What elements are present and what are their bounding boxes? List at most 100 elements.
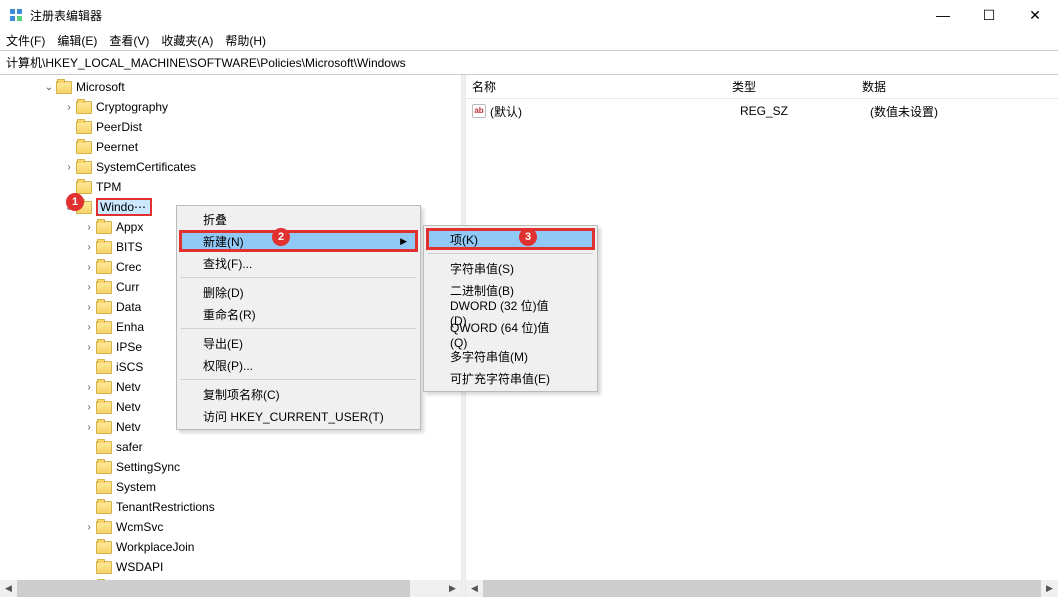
folder-icon — [76, 141, 92, 154]
folder-icon — [76, 101, 92, 114]
menu-help[interactable]: 帮助(H) — [225, 32, 266, 49]
callout-3: 3 — [519, 228, 537, 246]
scroll-track[interactable] — [483, 580, 1041, 597]
folder-icon — [96, 441, 112, 454]
expand-icon[interactable]: › — [82, 282, 96, 293]
expand-icon[interactable]: › — [82, 302, 96, 313]
scroll-left-button[interactable]: ◀ — [0, 580, 17, 597]
scroll-left-button[interactable]: ◀ — [466, 580, 483, 597]
expand-icon[interactable]: › — [82, 242, 96, 253]
menu-bar: 文件(F) 编辑(E) 查看(V) 收藏夹(A) 帮助(H) — [0, 30, 1058, 50]
tree-item-label: PeerDist — [96, 120, 142, 134]
folder-icon — [96, 401, 112, 414]
callout-1: 1 — [66, 193, 84, 211]
expand-icon[interactable]: › — [82, 322, 96, 333]
tree-item-label: WorkplaceJoin — [116, 540, 194, 554]
menu-item-rename[interactable]: 重命名(R) — [179, 303, 418, 325]
menu-item-new-label: 新建(N) — [203, 233, 244, 250]
context-menu: 折叠 新建(N) ▶ 查找(F)... 删除(D) 重命名(R) 导出(E) 权… — [176, 205, 421, 430]
tree-item[interactable]: System — [0, 477, 461, 497]
expand-icon[interactable]: › — [62, 162, 76, 173]
tree-item-label: Netv — [116, 380, 141, 394]
tree-item-label: Enha — [116, 320, 144, 334]
value-name: (默认) — [490, 103, 740, 120]
tree-item-label: Windo⋯ — [96, 198, 152, 216]
tree-item[interactable]: ›SystemCertificates — [0, 157, 461, 177]
scroll-right-button[interactable]: ▶ — [444, 580, 461, 597]
tree-item[interactable]: PeerDist — [0, 117, 461, 137]
menu-separator — [428, 253, 593, 254]
expand-icon[interactable]: › — [82, 402, 96, 413]
tree-item[interactable]: WorkplaceJoin — [0, 537, 461, 557]
tree-item[interactable]: › WcmSvc — [0, 517, 461, 537]
tree-item[interactable]: safer — [0, 437, 461, 457]
expand-icon[interactable]: › — [82, 342, 96, 353]
menu-item-copy-key-name[interactable]: 复制项名称(C) — [179, 383, 418, 405]
menu-item-collapse[interactable]: 折叠 — [179, 208, 418, 230]
tree-item[interactable]: Peernet — [0, 137, 461, 157]
expand-icon[interactable]: › — [82, 222, 96, 233]
folder-icon — [96, 481, 112, 494]
scroll-right-button[interactable]: ▶ — [1041, 580, 1058, 597]
close-button[interactable]: ✕ — [1012, 0, 1058, 30]
tree-item-label: Data — [116, 300, 141, 314]
menu-separator — [181, 379, 416, 380]
menu-file[interactable]: 文件(F) — [6, 32, 45, 49]
list-scrollbar-horizontal[interactable]: ◀ ▶ — [466, 580, 1058, 597]
folder-icon — [56, 81, 72, 94]
menu-item-find[interactable]: 查找(F)... — [179, 252, 418, 274]
tree-scrollbar-horizontal[interactable]: ◀ ▶ — [0, 580, 461, 597]
tree-item-label: Peernet — [96, 140, 138, 154]
list-row[interactable]: (默认) REG_SZ (数值未设置) — [466, 101, 1058, 121]
address-bar[interactable]: 计算机\HKEY_LOCAL_MACHINE\SOFTWARE\Policies… — [0, 50, 1058, 75]
tree-item[interactable]: › Cryptography — [0, 97, 461, 117]
expand-icon[interactable]: › — [82, 422, 96, 433]
minimize-button[interactable]: — — [920, 0, 966, 30]
value-data: (数值未设置) — [870, 103, 1058, 120]
tree-item-label: System — [116, 480, 156, 494]
new-submenu: 项(K) 字符串值(S) 二进制值(B) DWORD (32 位)值(D) QW… — [423, 225, 598, 392]
tree-item-label: Cryptography — [96, 100, 168, 114]
column-type[interactable]: 类型 — [726, 75, 856, 98]
column-name[interactable]: 名称 — [466, 75, 726, 98]
tree-item-label: TPM — [96, 180, 121, 194]
tree-item-label: WSDAPI — [116, 560, 163, 574]
menu-item-new[interactable]: 新建(N) ▶ — [179, 230, 418, 252]
submenu-item-expandstring[interactable]: 可扩充字符串值(E) — [426, 367, 595, 389]
tree-item-label: Curr — [116, 280, 139, 294]
tree-item-label: IPSe — [116, 340, 142, 354]
tree-item[interactable]: TenantRestrictions — [0, 497, 461, 517]
expand-icon[interactable]: › — [82, 382, 96, 393]
expand-icon[interactable]: › — [82, 262, 96, 273]
scroll-thumb[interactable] — [17, 580, 410, 597]
menu-view[interactable]: 查看(V) — [109, 32, 149, 49]
submenu-item-string[interactable]: 字符串值(S) — [426, 257, 595, 279]
submenu-item-multistring[interactable]: 多字符串值(M) — [426, 345, 595, 367]
column-data[interactable]: 数据 — [856, 75, 1058, 98]
submenu-item-qword[interactable]: QWORD (64 位)值(Q) — [426, 323, 595, 345]
tree-item[interactable]: WSDAPI — [0, 557, 461, 577]
scroll-thumb[interactable] — [483, 580, 1041, 597]
window-controls: — ☐ ✕ — [920, 0, 1058, 30]
folder-icon — [96, 561, 112, 574]
tree-item[interactable]: SettingSync — [0, 457, 461, 477]
tree-item-label: WcmSvc — [116, 520, 163, 534]
expand-icon[interactable]: › — [62, 102, 76, 113]
tree-item-label: TenantRestrictions — [116, 500, 215, 514]
menu-item-goto-hkcu[interactable]: 访问 HKEY_CURRENT_USER(T) — [179, 405, 418, 427]
menu-edit[interactable]: 编辑(E) — [57, 32, 97, 49]
scroll-track[interactable] — [17, 580, 444, 597]
menu-item-permissions[interactable]: 权限(P)... — [179, 354, 418, 376]
expand-icon[interactable]: › — [82, 522, 96, 533]
menu-item-export[interactable]: 导出(E) — [179, 332, 418, 354]
callout-2: 2 — [272, 228, 290, 246]
folder-icon — [76, 181, 92, 194]
menu-item-delete[interactable]: 删除(D) — [179, 281, 418, 303]
tree-item[interactable]: ⌄Microsoft — [0, 77, 461, 97]
folder-icon — [96, 501, 112, 514]
collapse-icon[interactable]: ⌄ — [42, 82, 56, 93]
menu-favorites[interactable]: 收藏夹(A) — [161, 32, 213, 49]
tree-item-label: SettingSync — [116, 460, 180, 474]
submenu-item-key[interactable]: 项(K) — [426, 228, 595, 250]
maximize-button[interactable]: ☐ — [966, 0, 1012, 30]
